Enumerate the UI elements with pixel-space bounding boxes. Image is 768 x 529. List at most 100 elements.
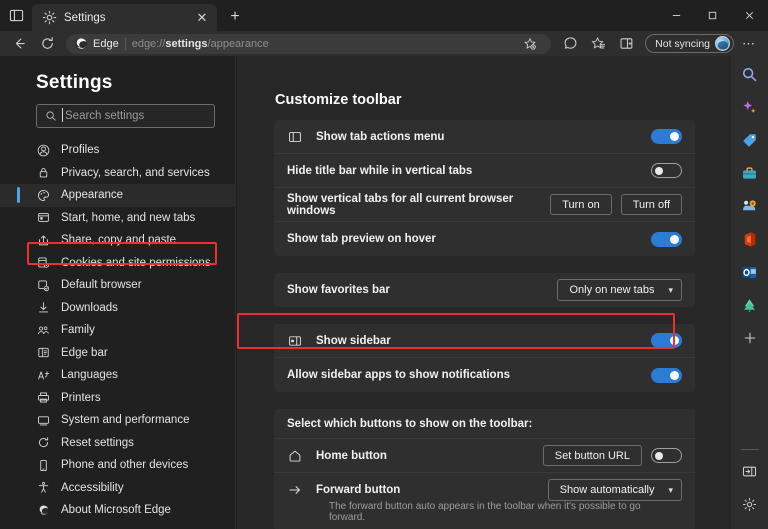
sidebar-item-label: Privacy, search, and services <box>61 167 210 179</box>
start-home-icon <box>36 211 50 225</box>
copilot-icon <box>563 36 578 51</box>
toggle-sidebar-notifications[interactable] <box>651 368 682 383</box>
favorites-button[interactable] <box>585 33 611 54</box>
row-hide-title-bar[interactable]: Hide title bar while in vertical tabs <box>274 154 695 188</box>
row-sidebar-notifications[interactable]: Allow sidebar apps to show notifications <box>274 358 695 392</box>
row-select-buttons-header: Select which buttons to show on the tool… <box>274 409 695 439</box>
maximize-icon <box>707 10 718 21</box>
sidebar-card: Show sidebar Allow sidebar apps to show … <box>274 324 695 392</box>
shopping-tag-icon <box>741 132 758 149</box>
sidebar-item-languages[interactable]: Languages <box>0 364 235 387</box>
sidebar-item-phone[interactable]: Phone and other devices <box>0 454 235 477</box>
row-vertical-tabs-all-windows: Show vertical tabs for all current brows… <box>274 188 695 222</box>
add-favorite-button[interactable] <box>517 33 543 54</box>
toggle-hide-title-bar[interactable] <box>651 163 682 178</box>
plus-icon <box>743 331 757 345</box>
favorites-bar-card: Show favorites bar Only on new tabs ▾ <box>274 273 695 307</box>
sidebar-app-outlook[interactable] <box>736 258 764 286</box>
row-show-tab-preview[interactable]: Show tab preview on hover <box>274 222 695 256</box>
sidebar-item-label: Profiles <box>61 144 99 156</box>
sidebar-item-label: Languages <box>61 369 118 381</box>
sidebar-item-family[interactable]: Family <box>0 319 235 342</box>
browser-tab-settings[interactable]: Settings ✕ <box>32 4 217 31</box>
sidebar-toggle-icon <box>742 464 757 479</box>
sidebar-item-about[interactable]: About Microsoft Edge <box>0 499 235 522</box>
sidebar-item-label: Default browser <box>61 279 142 291</box>
sidebar-app-tools[interactable] <box>736 159 764 187</box>
row-label: Hide title bar while in vertical tabs <box>287 165 651 177</box>
sidebar-app-copilot[interactable] <box>736 93 764 121</box>
profile-button[interactable]: Not syncing <box>645 34 734 53</box>
search-settings-input[interactable]: Search settings <box>36 104 215 128</box>
sidebar-item-reset[interactable]: Reset settings <box>0 432 235 455</box>
turn-on-button[interactable]: Turn on <box>550 194 612 215</box>
split-screen-button[interactable] <box>613 33 639 54</box>
sidebar-app-bing-search[interactable] <box>736 60 764 88</box>
row-show-sidebar[interactable]: Show sidebar <box>274 324 695 358</box>
refresh-button[interactable] <box>34 33 60 54</box>
sidebar-item-label: About Microsoft Edge <box>61 504 171 516</box>
title-bar: Settings ✕ + <box>0 0 768 31</box>
close-window-button[interactable] <box>730 0 768 31</box>
sidebar-item-privacy[interactable]: Privacy, search, and services <box>0 162 235 185</box>
sidebar-item-appearance[interactable]: Appearance <box>0 184 235 207</box>
sidebar-customize-add-button[interactable] <box>736 324 764 352</box>
maximize-button[interactable] <box>694 0 730 31</box>
sidebar-item-edge-bar[interactable]: Edge bar <box>0 342 235 365</box>
cookies-icon <box>36 256 50 270</box>
back-button[interactable] <box>6 33 32 54</box>
sidebar-item-accessibility[interactable]: Accessibility <box>0 477 235 500</box>
sidebar-item-system[interactable]: System and performance <box>0 409 235 432</box>
edge-logo-icon <box>36 503 50 517</box>
sidebar-toggle-button[interactable] <box>736 457 764 485</box>
refresh-icon <box>40 36 55 51</box>
toggle-show-tab-actions-menu[interactable] <box>651 129 682 144</box>
profile-icon <box>36 143 50 157</box>
favorites-bar-select[interactable]: Only on new tabs ▾ <box>557 279 682 301</box>
turn-off-button[interactable]: Turn off <box>621 194 682 215</box>
settings-nav-list: Profiles Privacy, search, and services A… <box>0 139 235 522</box>
favorites-bar-value: Only on new tabs <box>569 284 654 296</box>
sidebar-app-shopping[interactable] <box>736 126 764 154</box>
url-bold: settings <box>165 38 207 50</box>
forward-button-value: Show automatically <box>560 484 655 496</box>
tools-icon <box>741 165 758 182</box>
sidebar-settings-button[interactable] <box>736 490 764 518</box>
printer-icon <box>36 391 50 405</box>
sidebar-item-label: Start, home, and new tabs <box>61 212 195 224</box>
toggle-home-button[interactable] <box>651 448 682 463</box>
sidebar-item-label: Accessibility <box>61 482 124 494</box>
new-tab-button[interactable]: + <box>222 4 248 30</box>
toggle-show-tab-preview[interactable] <box>651 232 682 247</box>
forward-button-select[interactable]: Show automatically ▾ <box>548 479 682 501</box>
toggle-show-sidebar[interactable] <box>651 333 682 348</box>
close-icon <box>744 10 755 21</box>
row-show-tab-actions-menu[interactable]: Show tab actions menu <box>274 120 695 154</box>
set-button-url-button[interactable]: Set button URL <box>543 445 642 466</box>
sidebar-item-profiles[interactable]: Profiles <box>0 139 235 162</box>
drop-icon <box>741 297 758 314</box>
minimize-button[interactable] <box>658 0 694 31</box>
home-icon <box>287 448 302 463</box>
more-options-button[interactable]: ⋯ <box>736 33 762 54</box>
sidebar-item-start-home[interactable]: Start, home, and new tabs <box>0 207 235 230</box>
minimize-icon <box>671 10 682 21</box>
sidebar-item-default-browser[interactable]: Default browser <box>0 274 235 297</box>
address-bar[interactable]: Edge edge://settings/appearance <box>66 34 551 54</box>
tab-actions-menu-button[interactable] <box>0 0 32 31</box>
reset-icon <box>36 436 50 450</box>
copilot-button[interactable] <box>557 33 583 54</box>
sidebar-item-cookies[interactable]: Cookies and site permissions <box>0 252 235 275</box>
profile-avatar <box>715 36 730 51</box>
sidebar-item-label: Reset settings <box>61 437 134 449</box>
tab-actions-icon <box>9 8 24 23</box>
close-icon[interactable]: ✕ <box>193 9 211 27</box>
forward-arrow-icon <box>287 483 302 498</box>
sidebar-app-games[interactable] <box>736 192 764 220</box>
sidebar-item-downloads[interactable]: Downloads <box>0 297 235 320</box>
sidebar-item-share[interactable]: Share, copy and paste <box>0 229 235 252</box>
sidebar-item-printers[interactable]: Printers <box>0 387 235 410</box>
row-label: Show sidebar <box>316 335 651 347</box>
sidebar-app-office[interactable] <box>736 225 764 253</box>
sidebar-app-drop[interactable] <box>736 291 764 319</box>
